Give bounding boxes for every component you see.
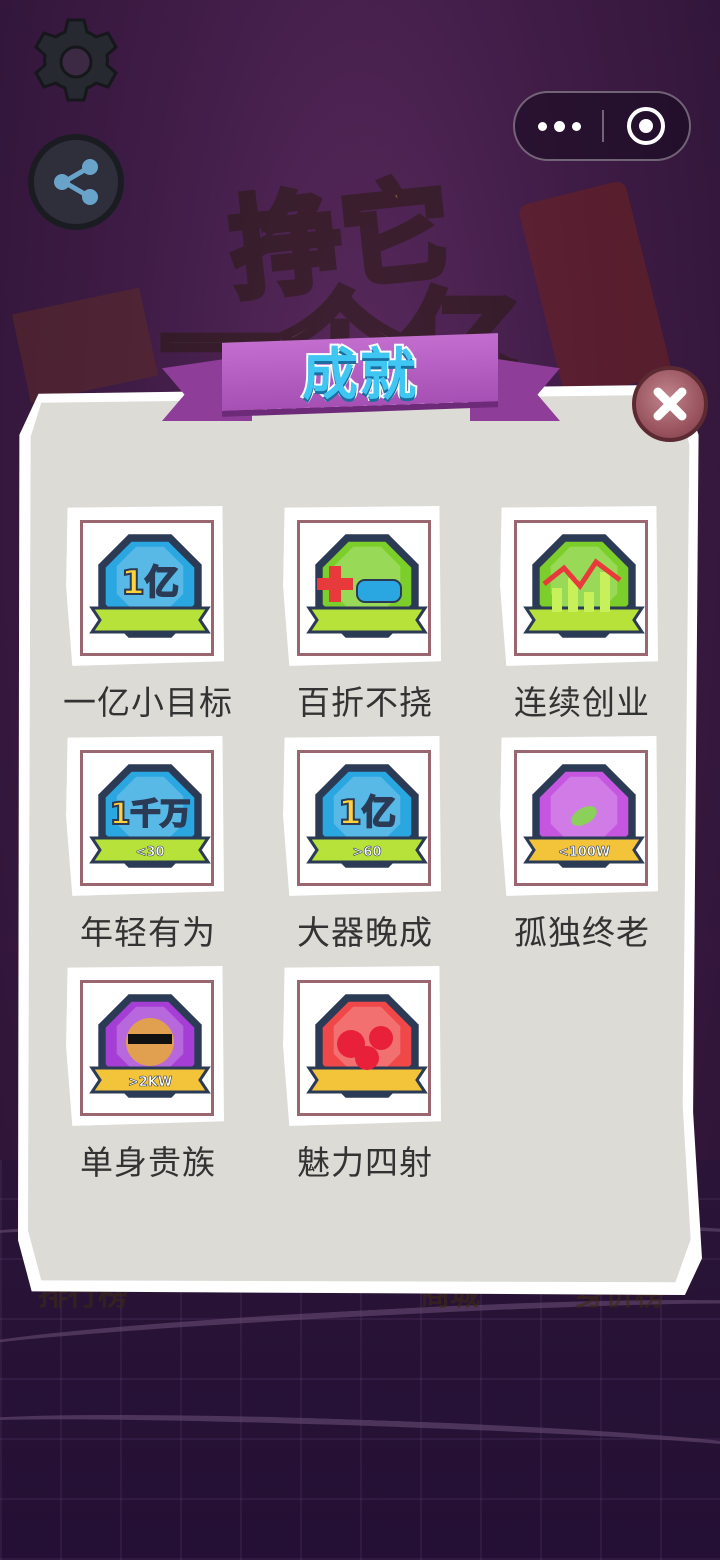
background-money-stack (12, 287, 158, 403)
one-hundred-million-badge-icon: 1亿 >60 (306, 764, 428, 868)
achievement-card: 1亿 (66, 506, 224, 666)
achievement-card: 1千万 <30 (66, 736, 224, 896)
share-icon (54, 159, 98, 205)
badge-text: 1亿 (121, 563, 179, 603)
achievement-label: 年轻有为 (80, 913, 216, 952)
badge-subtext: >2KW (128, 1075, 172, 1090)
achievement-label: 连续创业 (514, 683, 650, 722)
settings-button[interactable] (28, 14, 124, 110)
achievement-card (500, 506, 658, 666)
badge-subtext: <100W (558, 845, 610, 860)
stock-chart-badge-icon (523, 534, 645, 638)
cool-dog-badge-icon: >2KW (89, 994, 211, 1098)
mini-program-capsule (513, 91, 691, 161)
achievement-label: 孤独终老 (514, 913, 650, 952)
achievement-item[interactable]: <100W 孤独终老 (492, 736, 672, 956)
hearts-badge-icon (306, 994, 428, 1098)
achievement-card: <100W (500, 736, 658, 896)
badge-subtext: >60 (353, 845, 382, 860)
bubble-leaf-badge-icon: <100W (523, 764, 645, 868)
more-dots-icon[interactable] (515, 93, 603, 159)
gear-icon (34, 18, 118, 102)
achievement-label: 大器晚成 (297, 913, 433, 952)
achievement-item[interactable]: 1亿 >60 大器晚成 (275, 736, 455, 956)
achievement-card: 1亿 >60 (283, 736, 441, 896)
achievement-label: 百折不挠 (297, 683, 433, 722)
close-icon (653, 387, 687, 421)
achievement-label: 魅力四射 (297, 1143, 433, 1182)
achievement-card (283, 966, 441, 1126)
ten-million-badge-icon: 1千万 <30 (89, 764, 211, 868)
achievement-item[interactable]: 连续创业 (492, 506, 672, 726)
achievement-item[interactable]: >2KW 单身贵族 (58, 966, 238, 1186)
achievement-label: 单身贵族 (80, 1143, 216, 1182)
achievement-card (283, 506, 441, 666)
achievement-card: >2KW (66, 966, 224, 1126)
badge-subtext: <30 (136, 845, 165, 860)
achievement-item[interactable]: 1亿一亿小目标 (58, 506, 238, 726)
achievement-item[interactable]: 1千万 <30 年轻有为 (58, 736, 238, 956)
dialog-title: 成就 (300, 341, 418, 410)
badge-text: 1亿 (338, 793, 396, 833)
badge-text: 1千万 (110, 797, 191, 832)
one-hundred-million-badge-icon: 1亿 (89, 534, 211, 638)
ambulance-badge-icon (306, 534, 428, 638)
achievement-item[interactable]: 魅力四射 (275, 966, 455, 1186)
share-button[interactable] (28, 134, 124, 230)
close-button[interactable] (632, 366, 708, 442)
target-icon[interactable] (627, 107, 665, 145)
achievement-item[interactable]: 百折不挠 (275, 506, 455, 726)
capsule-divider (602, 110, 604, 142)
achievement-label: 一亿小目标 (63, 683, 233, 722)
